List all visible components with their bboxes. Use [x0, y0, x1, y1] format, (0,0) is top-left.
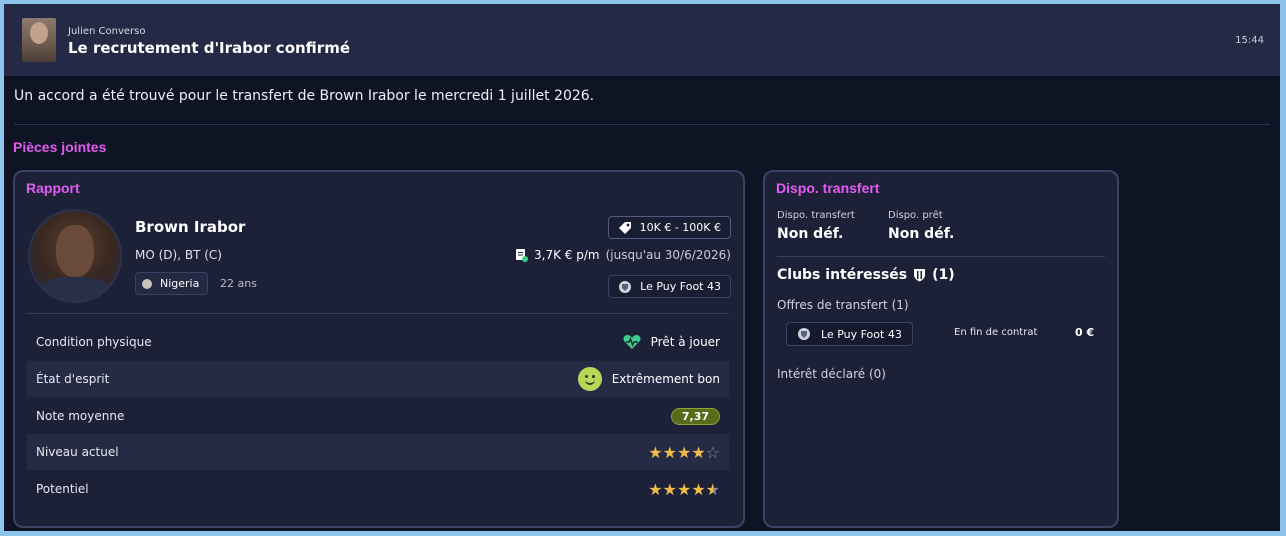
offers-count: (1): [891, 298, 909, 312]
attribute-label: Niveau actuel: [36, 445, 119, 459]
star-icon: ★: [676, 442, 692, 462]
wage-info: 3,7K € p/m (jusqu'au 30/6/2026): [515, 248, 731, 262]
message-body: Un accord a été trouvé pour le transfert…: [14, 88, 595, 104]
star-empty-icon: ☆: [705, 442, 720, 462]
attribute-value: Extrêmement bon: [611, 372, 720, 386]
value-range-chip[interactable]: 10K € - 100K €: [607, 216, 731, 239]
report-card: Rapport Brown Irabor MO (D), BT (C) Nige…: [13, 170, 745, 528]
attribute-value: Prêt à jouer: [650, 335, 720, 349]
loan-status-value: Non déf.: [888, 226, 955, 242]
transfer-status-label: Dispo. transfert: [777, 210, 855, 221]
contract-until: (jusqu'au 30/6/2026): [605, 248, 731, 262]
attribute-label: État d'esprit: [36, 372, 110, 386]
offers-label-text: Offres de transfert: [777, 298, 888, 312]
current-club-chip[interactable]: Le Puy Foot 43: [608, 275, 731, 298]
star-icon: ★: [648, 442, 663, 462]
attribute-row-condition: Condition physique Prêt à jouer: [27, 324, 729, 360]
nationality-chip[interactable]: Nigeria: [135, 272, 209, 295]
attribute-row-current-ability: Niveau actuel ★★★★☆: [27, 434, 729, 470]
value-range: 10K € - 100K €: [639, 221, 721, 234]
star-icon: ★: [691, 442, 706, 462]
star-icon: ★: [662, 442, 677, 462]
interest-count: (0): [868, 367, 886, 381]
offer-club-name: Le Puy Foot 43: [821, 327, 902, 341]
transfer-availability-title[interactable]: Dispo. transfert: [776, 180, 879, 196]
interested-clubs-label: Clubs intéressés: [777, 267, 908, 283]
attachments-title: Pièces jointes: [13, 139, 107, 155]
dispo-divider: [777, 256, 1105, 257]
sender-name[interactable]: Julien Converso: [68, 26, 145, 37]
interested-clubs-title: Clubs intéressés (1): [777, 267, 955, 283]
club-crest-icon: [619, 280, 632, 293]
star-icon: ★: [662, 479, 677, 499]
attribute-label: Potentiel: [36, 482, 89, 496]
club-crest-icon: [798, 328, 810, 340]
transfer-availability-card: Dispo. transfert Dispo. transfert Non dé…: [763, 170, 1119, 528]
price-tag-icon: [618, 221, 631, 234]
sender-avatar[interactable]: [22, 18, 56, 62]
declared-interest-label: Intérêt déclaré (0): [777, 367, 886, 381]
attribute-row-potential: Potentiel ★★★★★: [27, 471, 729, 507]
contract-icon: [516, 249, 529, 262]
offer-club-chip[interactable]: Le Puy Foot 43: [786, 322, 913, 346]
message-time: 15:44: [1235, 35, 1264, 46]
star-icon: ★: [676, 479, 692, 499]
attribute-row-average-rating: Note moyenne 7,37: [27, 398, 729, 434]
heart-pulse-icon: [623, 335, 641, 349]
interested-clubs-count: (1): [932, 267, 955, 283]
message-window: Julien Converso Le recrutement d'Irabor …: [4, 4, 1280, 531]
star-rating-current: ★★★★☆: [648, 443, 720, 462]
player-face: [56, 225, 94, 277]
nigeria-flag-icon: [142, 278, 152, 289]
transfer-offers-label: Offres de transfert (1): [777, 298, 909, 312]
player-shirt: [40, 277, 110, 301]
attribute-label: Condition physique: [36, 335, 152, 349]
report-title[interactable]: Rapport: [26, 180, 80, 196]
star-icon: ★: [691, 479, 706, 499]
star-half-icon: ★: [705, 479, 720, 499]
player-name[interactable]: Brown Irabor: [135, 218, 245, 236]
report-divider: [27, 313, 729, 314]
loan-status-label: Dispo. prêt: [888, 210, 943, 221]
shield-icon: [914, 269, 926, 282]
message-header: Julien Converso Le recrutement d'Irabor …: [4, 4, 1280, 76]
player-positions: MO (D), BT (C): [135, 248, 222, 262]
attribute-label: Note moyenne: [36, 409, 125, 423]
average-rating-badge: 7,37: [670, 407, 720, 425]
player-age: 22 ans: [220, 277, 257, 290]
player-photo[interactable]: [28, 209, 122, 303]
transfer-status-value: Non déf.: [777, 226, 844, 242]
message-subject: Le recrutement d'Irabor confirmé: [68, 39, 350, 57]
interest-label-text: Intérêt déclaré: [777, 367, 866, 381]
star-icon: ★: [648, 479, 663, 499]
smiley-icon: [577, 367, 602, 391]
offer-status: En fin de contrat: [954, 327, 1038, 338]
star-rating-potential: ★★★★★: [648, 480, 720, 499]
wage-amount: 3,7K € p/m: [534, 248, 600, 262]
offer-amount: 0 €: [1075, 326, 1095, 339]
nationality-label: Nigeria: [160, 277, 200, 290]
current-club-name: Le Puy Foot 43: [640, 280, 721, 293]
divider: [14, 124, 1270, 125]
attribute-row-morale: État d'esprit Extrêmement bon: [27, 361, 729, 397]
